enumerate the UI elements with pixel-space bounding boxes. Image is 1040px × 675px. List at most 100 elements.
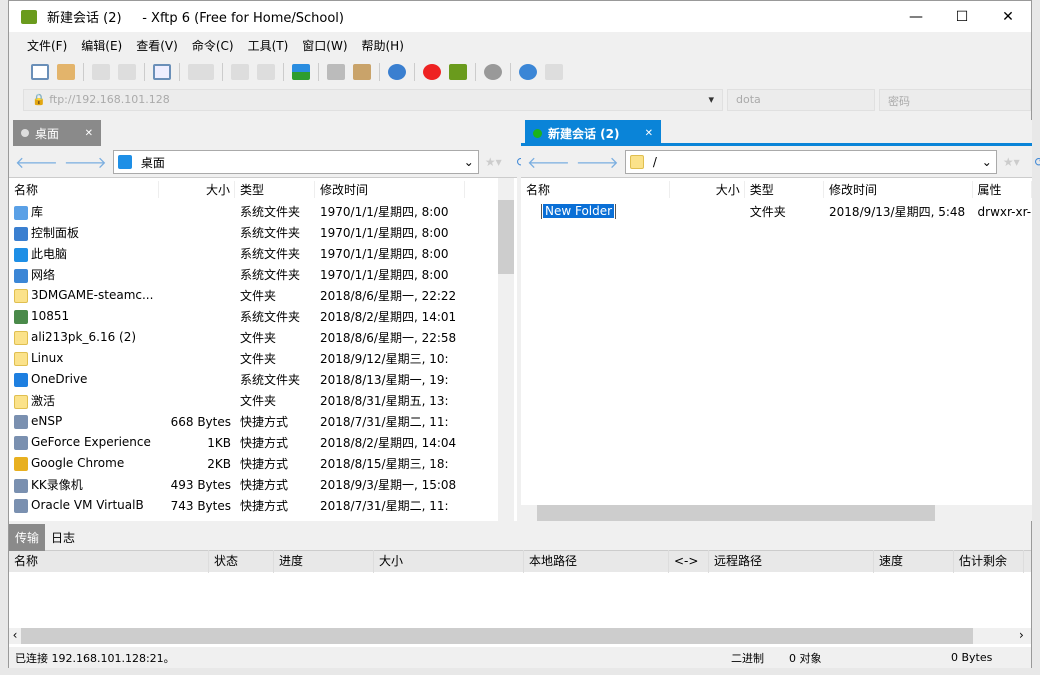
tab-transfer[interactable]: 传输 (9, 524, 46, 551)
close-tab-icon[interactable]: ✕ (85, 128, 93, 139)
new-session-icon[interactable] (31, 64, 49, 80)
menu-file[interactable]: 文件(F) (27, 37, 67, 54)
column-header[interactable]: 远程路径 (709, 550, 874, 573)
file-row[interactable]: 库 系统文件夹 1970/1/1/星期四, 8:00 (9, 201, 517, 222)
horizontal-scrollbar[interactable]: ‹ › (9, 628, 1031, 644)
file-name: 此电脑 (31, 247, 68, 261)
xftp-logo-icon (21, 9, 37, 24)
shortcut-icon (14, 435, 28, 450)
file-row[interactable]: Google Chrome 2KB 快捷方式 2018/8/15/星期三, 18: (9, 453, 517, 474)
file-row[interactable]: 激活 文件夹 2018/8/31/星期五, 13: (9, 390, 517, 411)
chat-icon[interactable] (545, 64, 563, 80)
maximize-button[interactable]: ☐ (939, 1, 985, 32)
column-header[interactable]: 本地路径 (524, 550, 669, 573)
cell: Linux (9, 351, 159, 366)
chevron-down-icon[interactable]: ⌄ (464, 155, 474, 169)
menu-tools[interactable]: 工具(T) (248, 37, 289, 54)
file-row[interactable]: Oracle VM VirtualB 743 Bytes 快捷方式 2018/7/31… (9, 495, 517, 516)
column-header[interactable]: 修改时间 (824, 180, 973, 198)
scroll-left-icon[interactable]: ‹ (9, 628, 21, 644)
file-row[interactable]: 网络 系统文件夹 1970/1/1/星期四, 8:00 (9, 264, 517, 285)
divider (414, 63, 415, 81)
column-header[interactable]: 名称 (521, 180, 670, 198)
file-name[interactable]: New Folder (540, 204, 617, 219)
column-header[interactable]: 估计剩余 (954, 550, 1024, 573)
forward-icon[interactable]: 🡒 (576, 152, 619, 172)
play-icon[interactable] (188, 64, 214, 80)
column-header[interactable]: 进度 (274, 550, 374, 573)
vertical-scrollbar[interactable] (498, 178, 514, 521)
xftp-icon[interactable] (449, 64, 467, 80)
upload-icon[interactable] (231, 64, 249, 80)
cell: Oracle VM VirtualB (9, 498, 159, 513)
sync-arrows-icon[interactable] (292, 64, 310, 80)
minimize-button[interactable]: — (893, 1, 939, 32)
divider (318, 63, 319, 81)
menu-edit[interactable]: 编辑(E) (81, 37, 122, 54)
column-header[interactable]: 属性 (973, 180, 1033, 198)
back-icon[interactable]: 🡐 (15, 152, 58, 172)
file-row[interactable]: GeForce Experience 1KB 快捷方式 2018/8/2/星期四, 1… (9, 432, 517, 453)
column-header[interactable]: 修改时间 (315, 180, 465, 198)
column-header[interactable]: <-> (669, 550, 709, 573)
column-header[interactable]: 大小 (670, 180, 745, 198)
globe-icon[interactable] (388, 64, 406, 80)
username-input[interactable]: dota (727, 89, 875, 111)
column-header[interactable]: 大小 (374, 550, 524, 573)
host-input[interactable]: 🔒 ftp://192.168.101.128 ▾ (23, 89, 723, 111)
close-tab-icon[interactable]: ✕ (645, 128, 653, 139)
copy-icon[interactable] (327, 64, 345, 80)
file-row[interactable]: 此电脑 系统文件夹 1970/1/1/星期四, 8:00 (9, 243, 517, 264)
file-row[interactable]: Linux 文件夹 2018/9/12/星期三, 10: (9, 348, 517, 369)
download-icon[interactable] (257, 64, 275, 80)
remote-panel: 新建会话 (2) ✕ 🡐 🡒 / ⌄ ★▾ ⟳ 名称 大小 类型 修改时间 属性 New… (521, 120, 1040, 521)
back-icon[interactable]: 🡐 (527, 152, 570, 172)
chevron-down-icon[interactable]: ⌄ (982, 155, 992, 169)
cell: 2018/7/31/星期二, 11: (320, 499, 449, 513)
tab-log[interactable]: 日志 (45, 524, 81, 551)
menu-help[interactable]: 帮助(H) (362, 37, 404, 54)
tab-remote-session[interactable]: 新建会话 (2) ✕ (525, 120, 661, 146)
file-name: 3DMGAME-steamc... (31, 288, 154, 303)
cell: 2018/9/3/星期一, 15:08 (320, 478, 457, 492)
remote-path-input[interactable]: / ⌄ (624, 150, 997, 174)
gear-icon[interactable] (484, 64, 502, 80)
close-button[interactable]: ✕ (985, 1, 1031, 32)
properties-icon[interactable] (153, 64, 171, 80)
scroll-right-icon[interactable]: › (1019, 628, 1031, 644)
column-header[interactable]: 状态 (209, 550, 274, 573)
menu-view[interactable]: 查看(V) (136, 37, 178, 54)
column-header[interactable]: 名称 (9, 180, 159, 198)
column-header[interactable]: 大小 (159, 180, 235, 198)
menu-command[interactable]: 命令(C) (192, 37, 234, 54)
file-row[interactable]: ali213pk_6.16 (2) 文件夹 2018/8/6/星期一, 22:58 (9, 327, 517, 348)
menu-window[interactable]: 窗口(W) (302, 37, 347, 54)
disconnect-icon[interactable] (92, 64, 110, 80)
cell: 2KB (207, 456, 231, 471)
file-row[interactable]: OneDrive 系统文件夹 2018/8/13/星期一, 19: (9, 369, 517, 390)
refresh-icon[interactable]: ⟳ (1035, 155, 1040, 169)
forward-icon[interactable]: 🡒 (64, 152, 107, 172)
file-row[interactable]: 10851 系统文件夹 2018/8/2/星期四, 14:01 (9, 306, 517, 327)
file-row[interactable]: New Folder 文件夹 2018/9/13/星期四, 5:48 drwxr-xr… (521, 201, 1032, 222)
reconnect-icon[interactable] (118, 64, 136, 80)
column-header[interactable]: 名称 (9, 550, 209, 573)
file-row[interactable]: 3DMGAME-steamc... 文件夹 2018/8/6/星期一, 22:22 (9, 285, 517, 306)
local-path-input[interactable]: 桌面 ⌄ (112, 150, 479, 174)
file-row[interactable]: 控制面板 系统文件夹 1970/1/1/星期四, 8:00 (9, 222, 517, 243)
cell: 系统文件夹 (240, 205, 301, 219)
open-folder-icon[interactable] (57, 64, 75, 80)
paste-icon[interactable] (353, 64, 371, 80)
column-header[interactable]: 类型 (745, 180, 825, 198)
file-row[interactable]: eNSP 668 Bytes 快捷方式 2018/7/31/星期二, 11: (9, 411, 517, 432)
column-header[interactable]: 速度 (874, 550, 954, 573)
horizontal-scrollbar[interactable] (521, 505, 1032, 521)
password-input[interactable]: 密码 (879, 89, 1031, 111)
column-header[interactable]: 类型 (235, 180, 315, 198)
help-icon[interactable] (519, 64, 537, 80)
file-row[interactable]: KK录像机 493 Bytes 快捷方式 2018/9/3/星期一, 15:08 (9, 474, 517, 495)
xshell-icon[interactable] (423, 64, 441, 80)
bookmark-star-icon[interactable]: ★▾ (485, 155, 502, 169)
tab-local-desktop[interactable]: 桌面 ✕ (13, 120, 101, 146)
bookmark-star-icon[interactable]: ★▾ (1003, 155, 1020, 169)
